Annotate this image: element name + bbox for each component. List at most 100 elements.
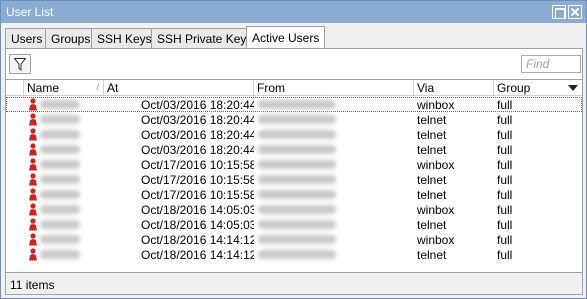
window-title: User List — [6, 5, 54, 19]
status-bar: 11 items — [5, 273, 583, 295]
table-row[interactable]: Oct/03/2016 18:20:44 telnet full — [6, 142, 582, 157]
cell-via: telnet — [417, 188, 447, 202]
redacted-name — [40, 175, 80, 184]
cell-at: Oct/18/2016 14:14:12 — [141, 233, 254, 247]
cell-at: Oct/03/2016 18:20:44 — [141, 98, 254, 112]
column-menu-dropdown-icon[interactable] — [565, 80, 581, 96]
cell-via: telnet — [417, 248, 447, 262]
table-row[interactable]: Oct/03/2016 18:20:44 winbox full — [6, 97, 582, 112]
redacted-name — [40, 190, 80, 199]
cell-at: Oct/17/2016 10:15:58 — [141, 158, 254, 172]
close-icon[interactable] — [568, 5, 582, 19]
redacted-from-address — [258, 145, 336, 154]
table-row[interactable]: Oct/17/2016 10:15:58 telnet full — [6, 187, 582, 202]
redacted-name — [40, 100, 80, 109]
cell-group: full — [497, 233, 513, 247]
redacted-from-address — [258, 205, 336, 214]
table-row[interactable]: Oct/18/2016 14:14:12 telnet full — [6, 247, 582, 262]
user-icon — [29, 98, 37, 111]
item-count: 11 items — [10, 278, 55, 292]
tab-active-users[interactable]: Active Users — [246, 26, 326, 50]
redacted-from-address — [258, 190, 336, 199]
header-at[interactable]: At — [104, 80, 254, 96]
redacted-from-address — [258, 220, 336, 229]
cell-group: full — [497, 248, 513, 262]
redacted-from-address — [258, 235, 336, 244]
table-row[interactable]: Oct/17/2016 10:15:58 winbox full — [6, 157, 582, 172]
redacted-name — [40, 235, 80, 244]
tab-groups[interactable]: Groups — [45, 28, 97, 49]
redacted-name — [40, 250, 80, 259]
user-icon — [29, 128, 37, 141]
table-row[interactable]: Oct/03/2016 18:20:44 telnet full — [6, 127, 582, 142]
cell-at: Oct/18/2016 14:05:03 — [141, 203, 254, 217]
redacted-name — [40, 205, 80, 214]
redacted-from-address — [258, 175, 336, 184]
cell-via: telnet — [417, 173, 447, 187]
user-icon — [29, 218, 37, 231]
redacted-name — [40, 130, 80, 139]
cell-via: winbox — [417, 158, 455, 172]
redacted-from-address — [258, 130, 336, 139]
table-row[interactable]: Oct/18/2016 14:05:03 telnet full — [6, 217, 582, 232]
tab-ssh-keys[interactable]: SSH Keys — [91, 28, 158, 49]
tab-ssh-private-keys[interactable]: SSH Private Keys — [151, 28, 259, 49]
cell-group: full — [497, 203, 513, 217]
header-name-label: Name — [27, 81, 60, 95]
cell-group: full — [497, 128, 513, 142]
cell-at: Oct/03/2016 18:20:44 — [141, 143, 254, 157]
user-icon — [29, 233, 37, 246]
toolbar — [5, 49, 583, 79]
redacted-name — [40, 115, 80, 124]
redacted-from-address — [258, 160, 336, 169]
user-icon — [29, 113, 37, 126]
cell-at: Oct/17/2016 10:15:58 — [141, 173, 254, 187]
cell-via: winbox — [417, 233, 455, 247]
cell-via: telnet — [417, 128, 447, 142]
user-list-window: User List Users Groups SSH Keys SSH Priv… — [0, 0, 587, 299]
redacted-name — [40, 220, 80, 229]
redacted-name — [40, 145, 80, 154]
cell-via: telnet — [417, 218, 447, 232]
restore-icon[interactable] — [552, 5, 566, 19]
filter-icon — [14, 58, 26, 71]
filter-button[interactable] — [9, 54, 31, 74]
cell-via: telnet — [417, 143, 447, 157]
cell-at: Oct/03/2016 18:20:44 — [141, 128, 254, 142]
user-icon — [29, 143, 37, 156]
active-users-table: Name / At From Via Group Oct/03/2016 18:… — [5, 79, 583, 273]
title-bar[interactable]: User List — [1, 1, 586, 23]
cell-at: Oct/18/2016 14:14:12 — [141, 248, 254, 262]
cell-at: Oct/03/2016 18:20:44 — [141, 113, 254, 127]
user-icon — [29, 173, 37, 186]
redacted-from-address — [258, 100, 336, 109]
table-row[interactable]: Oct/17/2016 10:15:58 telnet full — [6, 172, 582, 187]
header-via[interactable]: Via — [414, 80, 494, 96]
cell-group: full — [497, 113, 513, 127]
cell-at: Oct/18/2016 14:05:03 — [141, 218, 254, 232]
user-icon — [29, 203, 37, 216]
table-header: Name / At From Via Group — [6, 80, 582, 96]
header-group[interactable]: Group — [494, 80, 582, 96]
cell-group: full — [497, 188, 513, 202]
table-row[interactable]: Oct/03/2016 18:20:44 telnet full — [6, 112, 582, 127]
cell-group: full — [497, 158, 513, 172]
header-from[interactable]: From — [254, 80, 414, 96]
table-row[interactable]: Oct/18/2016 14:14:12 winbox full — [6, 232, 582, 247]
header-group-label: Group — [497, 81, 531, 95]
tab-users[interactable]: Users — [5, 28, 49, 49]
redacted-from-address — [258, 115, 336, 124]
header-name[interactable]: Name / — [24, 80, 104, 96]
table-row[interactable]: Oct/18/2016 14:05:03 winbox full — [6, 202, 582, 217]
cell-group: full — [497, 143, 513, 157]
find-input[interactable] — [521, 55, 581, 73]
user-icon — [29, 188, 37, 201]
cell-group: full — [497, 98, 513, 112]
sort-indicator-icon: / — [96, 82, 99, 92]
redacted-from-address — [258, 250, 336, 259]
user-icon — [29, 158, 37, 171]
cell-group: full — [497, 218, 513, 232]
redacted-name — [40, 160, 80, 169]
cell-group: full — [497, 173, 513, 187]
cell-via: telnet — [417, 113, 447, 127]
